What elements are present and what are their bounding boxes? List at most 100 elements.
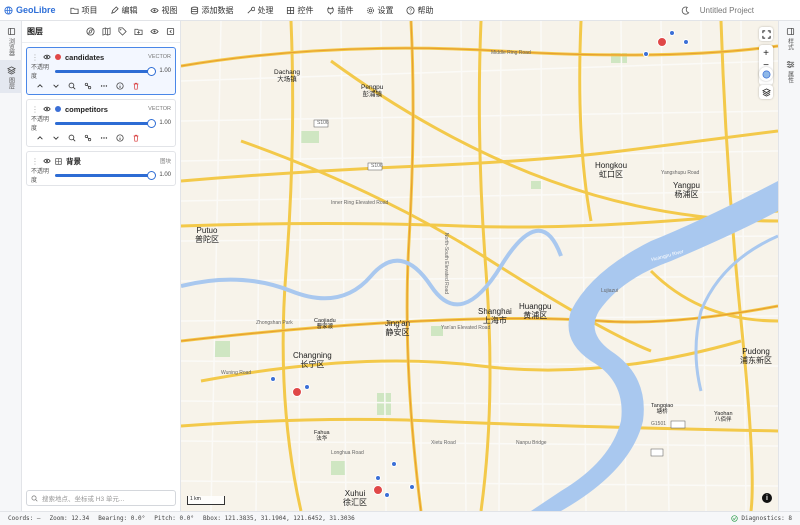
rail-browser-button[interactable]: 浏览器 [0, 21, 22, 60]
competitor-marker[interactable] [375, 475, 381, 481]
layer-type: 图块 [159, 159, 171, 165]
rail-attributes-button[interactable]: 属性 [779, 54, 800, 87]
menu-process[interactable]: 处理 [240, 0, 280, 21]
slider-knob[interactable] [147, 66, 156, 76]
grid-icon [286, 6, 294, 14]
visibility-icon[interactable] [43, 53, 51, 61]
rail-label: 样式 [786, 38, 793, 50]
menu-project[interactable]: 项目 [64, 0, 104, 21]
competitor-marker[interactable] [270, 376, 276, 382]
competitor-marker[interactable] [304, 384, 310, 390]
competitor-marker[interactable] [669, 30, 675, 36]
delete-icon[interactable] [132, 134, 140, 142]
drag-handle-icon[interactable]: ⋮ [31, 105, 39, 114]
layer-card-candidates[interactable]: ⋮ candidates VECTOR 不透明度 1.00 [26, 47, 176, 95]
project-name[interactable]: Untitled Project [700, 6, 754, 15]
zoom-to-layer-icon[interactable] [68, 82, 76, 90]
style-icon[interactable] [84, 134, 92, 142]
move-down-icon[interactable] [52, 82, 60, 90]
road-label: Wuning Road [221, 370, 252, 376]
info-icon[interactable] [116, 134, 124, 142]
globe-button[interactable] [759, 67, 773, 81]
fullscreen-button[interactable] [759, 27, 773, 41]
style-icon[interactable] [84, 82, 92, 90]
rail-label: 属性 [786, 71, 793, 83]
district-zh: 八佰伴 [715, 417, 732, 424]
opacity-slider[interactable] [55, 118, 156, 128]
district-en: Huangpu [519, 302, 552, 311]
candidate-marker[interactable] [657, 37, 667, 47]
opacity-value: 1.00 [159, 68, 171, 74]
map-canvas[interactable]: S106 S106 Huangpu River Yan'an Elevated … [181, 21, 778, 511]
district-xuhui: Xuhui 徐汇区 [343, 489, 367, 507]
tag-icon[interactable] [118, 27, 127, 36]
menu-settings[interactable]: 设置 [360, 0, 400, 21]
district-zh: 黄浦区 [523, 311, 548, 321]
huangpu-river [531, 181, 778, 511]
area-yaohan: Yaohan 八佰伴 [714, 411, 733, 424]
road-label: Longhua Road [331, 450, 364, 456]
panel-right-icon [786, 27, 794, 36]
menu-help[interactable]: ? 帮助 [400, 0, 440, 21]
app-brand[interactable]: GeoLibre [0, 5, 64, 15]
layer-card-basemap[interactable]: ⋮ 背景 图块 不透明度 1.00 [26, 151, 176, 186]
eye-icon[interactable] [150, 27, 159, 36]
slider-knob[interactable] [147, 118, 156, 128]
map-icon[interactable] [102, 27, 111, 36]
attribution-info-icon[interactable]: i [762, 493, 772, 503]
candidate-marker[interactable] [292, 387, 302, 397]
competitor-marker[interactable] [683, 39, 689, 45]
rail-style-button[interactable]: 样式 [779, 21, 800, 54]
district-en: Yangpu [673, 181, 700, 190]
menu-label: 视图 [161, 5, 178, 15]
location-search-input[interactable]: 搜索地点、坐标或 H3 单元... [26, 490, 176, 506]
more-icon[interactable] [100, 82, 108, 90]
competitor-marker[interactable] [409, 484, 415, 490]
rail-layers-button[interactable]: 图层 [0, 60, 22, 93]
competitor-marker[interactable] [391, 461, 397, 467]
visibility-icon[interactable] [43, 157, 51, 165]
info-icon[interactable] [116, 82, 124, 90]
opacity-slider[interactable] [55, 170, 156, 180]
drag-handle-icon[interactable]: ⋮ [31, 157, 39, 166]
delete-icon[interactable] [132, 82, 140, 90]
district-zh: 杨浦区 [674, 190, 699, 200]
district-zh: 曹家渡 [316, 324, 334, 331]
compass-icon[interactable] [86, 27, 95, 36]
move-down-icon[interactable] [52, 134, 60, 142]
diagnostics-button[interactable]: Diagnostics: 8 [731, 515, 792, 522]
opacity-label: 不透明度 [31, 169, 50, 184]
district-zh: 浦东新区 [740, 356, 772, 366]
move-up-icon[interactable] [36, 134, 44, 142]
layer-card-competitors[interactable]: ⋮ competitors VECTOR 不透明度 1.00 [26, 99, 176, 147]
moon-icon[interactable] [681, 6, 690, 15]
more-icon[interactable] [100, 134, 108, 142]
opacity-slider[interactable] [55, 66, 156, 76]
visibility-icon[interactable] [43, 105, 51, 113]
zoom-to-layer-icon[interactable] [68, 134, 76, 142]
basemap-switcher-button[interactable] [759, 85, 773, 99]
menu-edit[interactable]: 编辑 [104, 0, 144, 21]
move-up-icon[interactable] [36, 82, 44, 90]
collapse-icon[interactable] [166, 27, 175, 36]
menu-add-data[interactable]: 添加数据 [184, 0, 240, 21]
competitor-marker[interactable] [643, 51, 649, 57]
menu-label: 帮助 [417, 5, 434, 15]
slider-knob[interactable] [147, 170, 156, 180]
layers-icon [6, 66, 16, 75]
district-zh: 大场镇 [277, 76, 297, 84]
candidate-marker[interactable] [373, 485, 383, 495]
competitor-marker[interactable] [384, 492, 390, 498]
district-en: Pudong [742, 347, 770, 356]
layer-color-swatch [55, 106, 61, 112]
menu-view[interactable]: 视图 [144, 0, 184, 21]
top-right-area: Untitled Project [681, 0, 754, 21]
drag-handle-icon[interactable]: ⋮ [31, 53, 39, 62]
menu-plugins[interactable]: 插件 [320, 0, 360, 21]
folder-plus-icon[interactable] [134, 27, 143, 36]
zoom-in-icon[interactable]: + [763, 48, 769, 59]
poi-label: Lujiazui [601, 288, 618, 294]
menu-controls[interactable]: 控件 [280, 0, 320, 21]
globe-icon [762, 70, 770, 78]
district-zh: 法华 [316, 436, 328, 443]
